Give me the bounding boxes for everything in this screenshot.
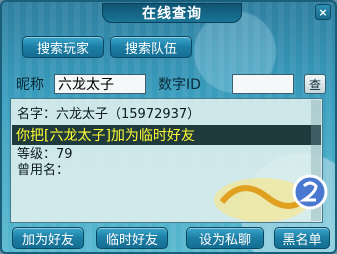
digit-id-field[interactable] — [232, 74, 294, 94]
search-button-label: 查 — [308, 77, 321, 92]
temp-friend-label: 临时好友 — [105, 232, 158, 248]
temp-friend-button[interactable]: 临时好友 — [96, 227, 168, 249]
temp-friend-notice: 你把[六龙太子]加为临时好友 — [12, 125, 321, 145]
search-players-button[interactable]: 搜索玩家 — [22, 36, 104, 58]
search-teams-button[interactable]: 搜索队伍 — [110, 36, 192, 58]
add-friend-label: 加为好友 — [21, 232, 74, 248]
search-button[interactable]: 查 — [304, 74, 326, 94]
private-chat-label: 设为私聊 — [198, 232, 251, 248]
result-scrollbar[interactable] — [311, 100, 321, 221]
nickname-value: 六龙太子 — [58, 77, 114, 93]
nickname-field[interactable]: 六龙太子 — [54, 74, 146, 94]
add-friend-button[interactable]: 加为好友 — [12, 227, 84, 249]
blacklist-button[interactable]: 黑名单 — [274, 227, 330, 249]
digit-id-label: 数字ID — [158, 77, 201, 93]
search-players-label: 搜索玩家 — [36, 41, 89, 57]
window-titlebar: 在线查询 — [102, 3, 242, 23]
result-name-line: 名字：六龙太子（15972937） — [17, 107, 201, 122]
close-button[interactable]: × — [315, 4, 331, 20]
result-panel: 名字：六龙太子（15972937） 你把[六龙太子]加为临时好友 等级：79 曾… — [10, 98, 323, 223]
search-teams-label: 搜索队伍 — [124, 41, 177, 57]
nickname-label: 昵称 — [16, 77, 44, 93]
result-former-name-line: 曾用名： — [17, 163, 70, 178]
window-title: 在线查询 — [142, 6, 202, 22]
blacklist-label: 黑名单 — [282, 232, 322, 248]
online-query-window: 在线查询 × 搜索玩家 搜索队伍 昵称 六龙太子 数字ID 查 名字：六龙太子（… — [0, 0, 337, 254]
private-chat-button[interactable]: 设为私聊 — [186, 227, 264, 249]
close-icon: × — [318, 5, 328, 19]
